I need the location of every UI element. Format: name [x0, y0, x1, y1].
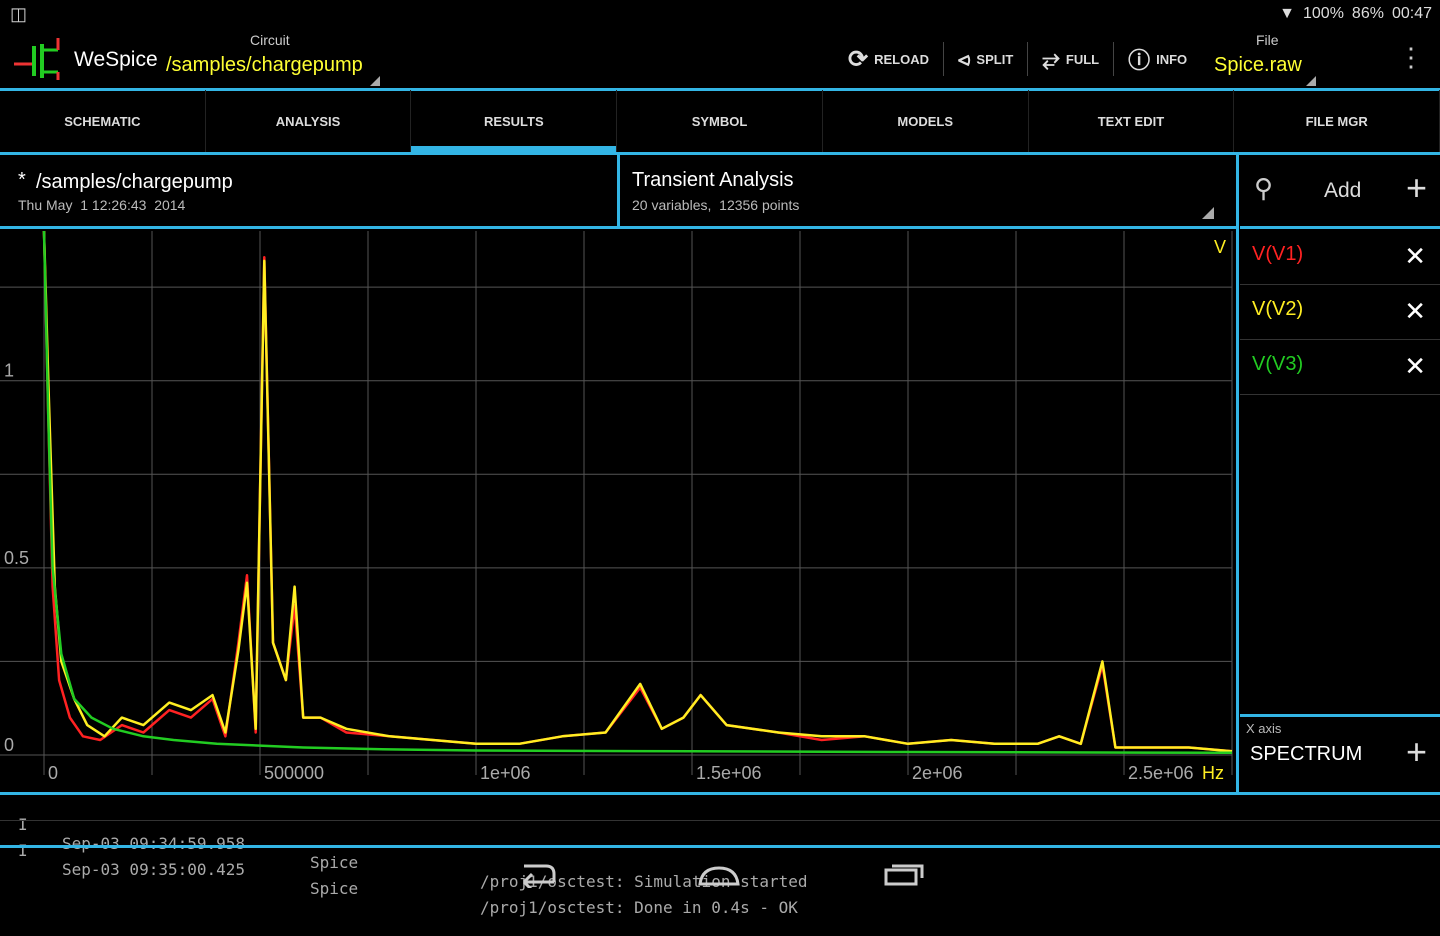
fullscreen-icon: ⥂ — [1042, 46, 1060, 71]
x-tick-label: 2e+06 — [912, 763, 963, 783]
log-line: I Sep-03 09:34:59.958 Spice /proj1/oscte… — [0, 796, 1440, 891]
battery-text: 100% — [1303, 5, 1344, 22]
tab-file-mgr[interactable]: FILE MGR — [1234, 90, 1440, 152]
tab-schematic[interactable]: SCHEMATIC — [0, 90, 206, 152]
circuit-path-select[interactable]: /samples/chargepump — [166, 54, 363, 77]
file-select[interactable]: Spice.raw — [1214, 54, 1302, 77]
tab-models[interactable]: MODELS — [823, 90, 1029, 152]
x-tick-label: 0 — [48, 763, 58, 783]
tab-label: RESULTS — [483, 113, 544, 129]
remove-trace-icon[interactable]: ✕ — [1404, 351, 1426, 382]
tab-results[interactable]: RESULTS — [411, 90, 618, 152]
x-tick-label: 1.5e+06 — [696, 763, 762, 783]
trace-row[interactable]: V(V3) ✕ — [1240, 339, 1440, 395]
analysis-dropdown-icon — [1202, 207, 1214, 219]
reload-label: RELOAD — [874, 51, 929, 67]
y-unit-label: V — [1214, 237, 1226, 257]
series-line-vv1 — [42, 230, 1233, 753]
tab-text-edit[interactable]: TEXT EDIT — [1029, 90, 1235, 152]
y-tick-label: 0.5 — [4, 548, 29, 568]
analysis-title: Transient Analysis — [632, 169, 794, 191]
app-name: WeSpice — [74, 48, 158, 71]
analysis-info: 20 variables, 12356 points — [632, 197, 800, 213]
clock: 00:47 — [1391, 5, 1432, 22]
file-path: /samples/chargepump — [36, 171, 233, 193]
chart-bottom-divider — [0, 792, 1440, 795]
split-icon: ⪦ — [958, 46, 971, 71]
info-icon: ⓘ — [1128, 48, 1151, 73]
file-label: File — [1256, 32, 1279, 48]
status-bar: ◫ ▼ 100% 86% 00:47 — [0, 0, 1440, 30]
recents-icon[interactable] — [882, 860, 926, 888]
toolbar-divider — [1027, 42, 1029, 76]
remove-trace-icon[interactable]: ✕ — [1404, 241, 1426, 272]
split-label: SPLIT — [976, 51, 1014, 67]
trace-label: V(V3) — [1252, 353, 1304, 375]
log-divider — [0, 820, 1440, 821]
signal-text: 86% — [1351, 5, 1384, 22]
full-label: FULL — [1065, 51, 1100, 67]
xaxis-value: SPECTRUM — [1250, 743, 1363, 765]
status-right: ▼ 100% 86% 00:47 — [1279, 5, 1432, 23]
reload-icon: ⟳ — [848, 45, 869, 73]
tab-label: MODELS — [897, 113, 954, 129]
tab-bar: SCHEMATIC ANALYSIS RESULTS SYMBOL MODELS… — [0, 90, 1440, 152]
trace-row[interactable]: V(V2) ✕ — [1240, 284, 1440, 340]
overflow-menu-icon[interactable]: ⋮ — [1398, 42, 1424, 73]
trace-label: V(V2) — [1252, 298, 1304, 320]
file-dropdown-icon — [1306, 76, 1316, 86]
tab-label: FILE MGR — [1305, 113, 1368, 129]
file-marker: * — [18, 169, 26, 191]
nav-bar — [0, 848, 1440, 900]
info-label: INFO — [1156, 51, 1188, 67]
tab-label: SCHEMATIC — [64, 113, 141, 129]
circuit-label: Circuit — [250, 32, 290, 48]
spectrum-chart[interactable]: 0 0.5 1 0 500000 1e+06 1.5e+06 2e+06 2.5e+06 V Hz — [0, 229, 1236, 792]
y-tick-label: 0 — [4, 735, 14, 755]
tab-analysis[interactable]: ANALYSIS — [206, 90, 412, 152]
series-line-vv2 — [42, 230, 1233, 753]
x-tick-label: 2.5e+06 — [1128, 763, 1194, 783]
y-tick-label: 1 — [4, 361, 14, 381]
trace-row[interactable]: V(V1) ✕ — [1240, 229, 1440, 285]
right-panel-header: ⚲ Add + — [1240, 155, 1440, 227]
add-trace-label[interactable]: Add — [1324, 179, 1361, 203]
xaxis-label: X axis — [1246, 721, 1282, 736]
tab-label: TEXT EDIT — [1097, 113, 1165, 129]
info-button[interactable]: ⓘ INFO — [1128, 43, 1187, 75]
remove-trace-icon[interactable]: ✕ — [1404, 296, 1426, 327]
tab-symbol[interactable]: SYMBOL — [617, 90, 823, 152]
xaxis-add-icon[interactable]: + — [1406, 731, 1427, 773]
split-button[interactable]: ⪦ SPLIT — [958, 46, 1013, 72]
series-line-vv3 — [42, 230, 1233, 755]
log-message: /proj1/osctest: Done in 0.4s - OK — [480, 898, 798, 917]
wifi-icon: ▼ — [1279, 5, 1295, 22]
toolbar: ⟳ RELOAD ⪦ SPLIT ⥂ FULL ⓘ INFO — [848, 42, 1187, 76]
search-icon[interactable]: ⚲ — [1254, 173, 1273, 204]
trace-label: V(V1) — [1252, 243, 1304, 265]
xaxis-select[interactable]: X axis SPECTRUM + — [1240, 717, 1440, 792]
toolbar-divider — [943, 42, 944, 76]
x-tick-label: 500000 — [264, 763, 324, 783]
x-unit-label: Hz — [1202, 763, 1224, 783]
home-icon[interactable] — [696, 862, 742, 888]
toolbar-divider — [1113, 42, 1115, 76]
file-info[interactable]: * /samples/chargepump Thu May 1 12:26:43… — [0, 155, 617, 227]
notification-icon: ◫ — [10, 4, 28, 24]
app-logo-icon[interactable] — [12, 34, 68, 80]
tab-label: SYMBOL — [691, 113, 748, 129]
x-tick-label: 1e+06 — [480, 763, 531, 783]
full-button[interactable]: ⥂ FULL — [1042, 46, 1099, 72]
add-trace-icon[interactable]: + — [1406, 167, 1427, 209]
back-icon[interactable] — [514, 860, 558, 888]
right-panel-border — [1236, 155, 1239, 792]
analysis-select[interactable]: Transient Analysis 20 variables, 12356 p… — [620, 155, 1235, 227]
tab-label: ANALYSIS — [275, 113, 341, 129]
file-date: Thu May 1 12:26:43 2014 — [18, 197, 186, 213]
circuit-dropdown-icon — [370, 76, 380, 86]
action-bar: WeSpice Circuit /samples/chargepump ⟳ RE… — [0, 30, 1440, 88]
reload-button[interactable]: ⟳ RELOAD — [848, 45, 929, 74]
